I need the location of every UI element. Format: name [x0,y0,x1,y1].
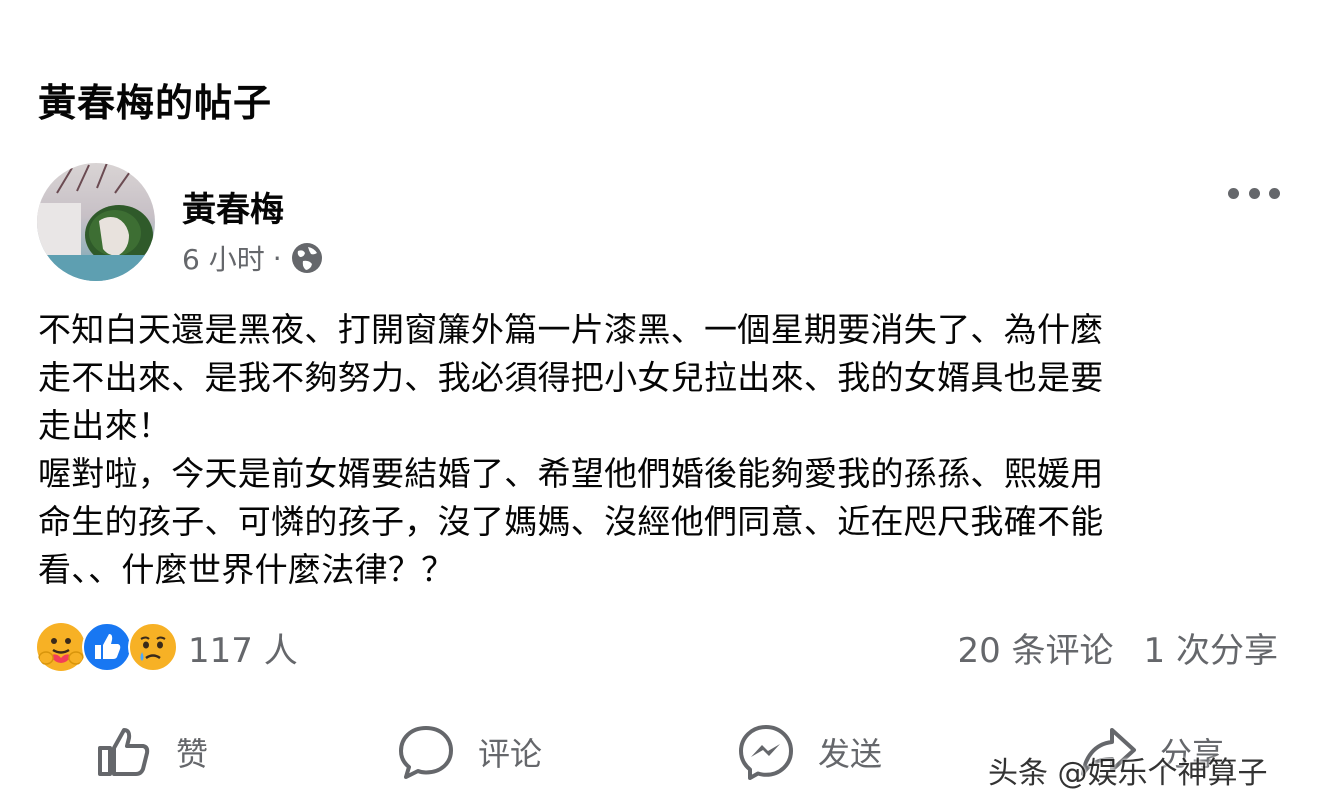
like-label: 赞 [176,735,209,773]
more-dot [1248,187,1260,199]
globe-icon [291,243,322,273]
more-dot [1269,187,1280,199]
like-button[interactable]: 赞 [94,712,208,792]
post-time[interactable]: 6 小时 [182,238,265,278]
comment-icon [399,726,453,779]
reaction-count: 117 人 [188,630,298,671]
post-meta: 6 小时 · [182,238,324,278]
like-reaction-icon [82,622,132,672]
reactions-summary[interactable]: 117 人 [36,620,298,674]
comment-count[interactable]: 20 条评论 [957,623,1113,672]
messenger-icon [739,725,793,780]
share-count[interactable]: 1 次分享 [1144,623,1278,672]
thumbs-up-icon [98,728,150,776]
comment-label: 评论 [478,735,543,773]
post-stats: 20 条评论 1 次分享 [957,622,1278,672]
more-dot [1228,187,1239,199]
send-button[interactable]: 发送 [736,712,882,792]
comment-button[interactable]: 评论 [396,712,542,792]
sad-reaction-icon [128,622,178,672]
care-reaction-icon [37,623,85,671]
more-options-icon[interactable] [1228,178,1280,208]
post-body: 不知白天還是黑夜、打開窗簾外篇一片漆黑、一個星期要消失了、為什麼 走不出來、是我… [38,310,1104,589]
meta-separator: · [272,241,282,275]
avatar[interactable] [37,163,155,281]
watermark-text: 头条 @娱乐个神算子 [988,756,1268,791]
avatar-image [37,163,155,281]
author-name[interactable]: 黃春梅 [182,182,284,231]
page-title: 黃春梅的帖子 [38,81,273,125]
reaction-icons [36,622,178,672]
send-label: 发送 [818,735,883,773]
